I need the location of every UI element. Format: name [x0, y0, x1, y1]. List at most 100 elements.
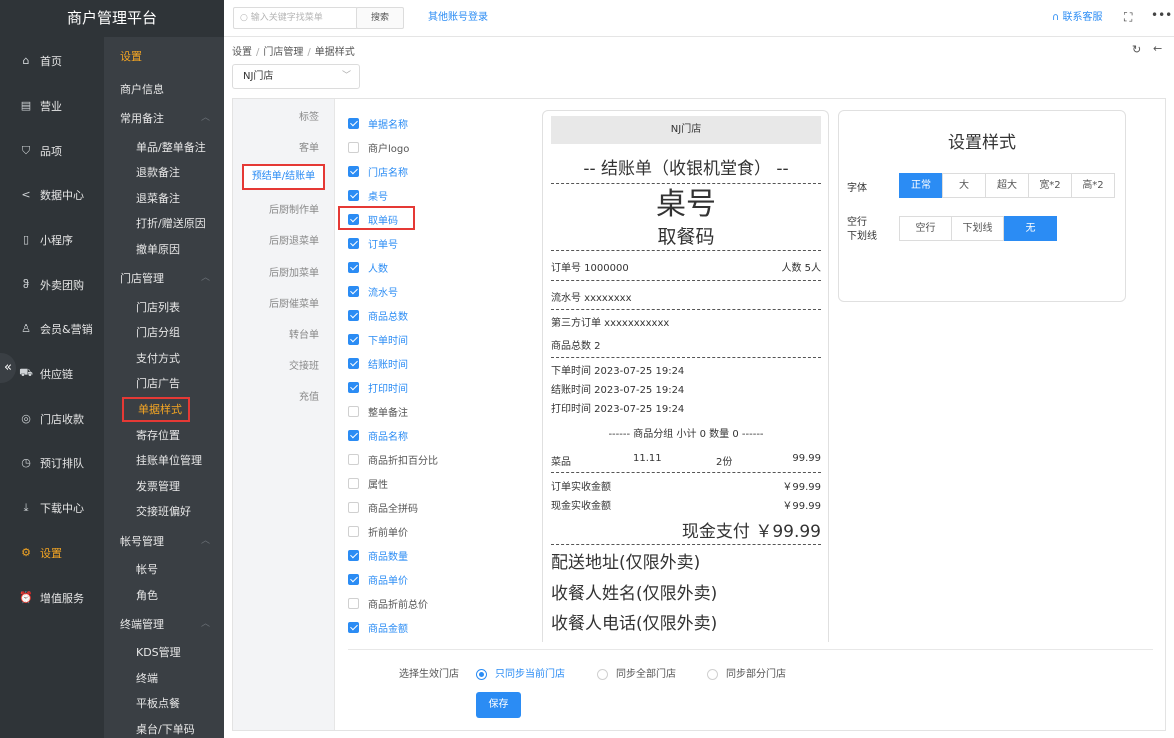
store-select[interactable]: NJ门店 ﹀ [232, 64, 360, 89]
receipt-title[interactable]: -- 结账单（收银机堂食） -- [551, 154, 821, 179]
field-checkbox[interactable]: 商品折前总价 [348, 595, 428, 611]
refresh-icon[interactable]: ↻ [1132, 43, 1141, 56]
receipt-total-items[interactable]: 商品总数 2 [551, 337, 601, 352]
receipt-group-line[interactable]: ------ 商品分组 小计 0 数量 0 ------ [551, 425, 821, 440]
field-checkbox[interactable]: 商品全拼码 [348, 499, 418, 515]
receipt-people[interactable]: 人数 5人 [760, 259, 821, 274]
subnav-group[interactable]: 常用备注 ︿ [104, 106, 224, 131]
subnav-item[interactable]: 单据样式 [122, 397, 190, 422]
subnav-item[interactable]: 门店列表 [104, 295, 224, 320]
nav-item[interactable]: ⤓ 下载中心 [0, 485, 104, 530]
field-checkbox[interactable]: 商品数量 [348, 547, 408, 563]
subnav-item[interactable]: 单品/整单备注 [104, 135, 224, 160]
search-button[interactable]: 搜索 [356, 7, 404, 29]
subnav-item[interactable]: 交接班偏好 [104, 499, 224, 524]
subnav-group[interactable]: 帐号管理 ︿ [104, 529, 224, 554]
nav-item[interactable]: ⌂ 首页 [0, 38, 104, 83]
apply-store-radio[interactable]: 同步全部门店 [597, 665, 676, 680]
subnav-title[interactable]: 设置 [104, 44, 224, 69]
field-checkbox[interactable]: 商品总数 [348, 307, 408, 323]
subnav-item[interactable]: 支付方式 [104, 346, 224, 371]
nav-item[interactable]: ჵ 外卖团购 [0, 262, 104, 307]
subnav-item[interactable]: 桌台/下单码 [104, 717, 224, 738]
tab-receipt-type[interactable]: 后厨退菜单 [269, 232, 319, 247]
receipt-item-name[interactable]: 菜品 [551, 453, 571, 468]
subnav-group[interactable]: 终端管理 ︿ [104, 612, 224, 637]
subnav-group[interactable]: 门店管理 ︿ [104, 266, 224, 291]
nav-item[interactable]: ◷ 预订排队 [0, 440, 104, 485]
receipt-order-no[interactable]: 订单号 1000000 [551, 259, 629, 274]
field-checkbox[interactable]: 折前单价 [348, 523, 408, 539]
subnav-item[interactable]: KDS管理 [104, 640, 224, 665]
receipt-order-time[interactable]: 下单时间 2023-07-25 19:24 [551, 362, 684, 377]
tab-receipt-type[interactable]: 客单 [299, 139, 319, 154]
field-checkbox[interactable]: 整单备注 [348, 403, 408, 419]
contact-support-link[interactable]: ∩ 联系客服 [1052, 7, 1103, 29]
nav-item[interactable]: ▤ 营业 [0, 83, 104, 128]
tab-receipt-type[interactable]: 后厨催菜单 [269, 295, 319, 310]
subnav-item[interactable]: 挂账单位管理 [104, 448, 224, 473]
receipt-receiver-phone[interactable]: 收餐人电话(仅限外卖) [551, 609, 717, 634]
receipt-item-qty[interactable]: 2份 [716, 453, 732, 468]
receipt-cash-pay[interactable]: 现金支付 ￥99.99 [631, 517, 821, 542]
field-checkbox[interactable]: 下单时间 [348, 331, 408, 347]
receipt-pickup-code[interactable]: 取餐码 [551, 222, 821, 249]
breadcrumb-item[interactable]: 门店管理 [263, 47, 303, 58]
subnav-item[interactable]: 帐号 [104, 557, 224, 582]
nav-item[interactable]: < 数据中心 [0, 172, 104, 217]
subnav-item[interactable]: 角色 [104, 583, 224, 608]
field-checkbox[interactable]: 单据名称 [348, 115, 408, 131]
receipt-checkout-time[interactable]: 结账时间 2023-07-25 19:24 [551, 381, 684, 396]
receipt-address[interactable]: 配送地址(仅限外卖) [551, 548, 700, 573]
field-checkbox[interactable]: 商品名称 [348, 427, 408, 443]
subnav-item[interactable]: 寄存位置 [104, 423, 224, 448]
receipt-serial[interactable]: 流水号 xxxxxxxx [551, 289, 632, 304]
font-option[interactable]: 宽*2 [1028, 173, 1072, 198]
nav-item[interactable]: ♙ 会员&营销 [0, 306, 104, 351]
breadcrumb-item[interactable]: 设置 [232, 47, 252, 58]
spacing-option[interactable]: 空行 [899, 216, 952, 241]
field-checkbox[interactable]: 人数 [348, 259, 388, 275]
subnav-item[interactable]: 撤单原因 [104, 237, 224, 262]
fullscreen-icon[interactable]: ⛶ [1124, 10, 1132, 25]
field-checkbox[interactable]: 结账时间 [348, 355, 408, 371]
receipt-order-paid[interactable]: ￥99.99 [760, 478, 821, 493]
font-option[interactable]: 大 [942, 173, 986, 198]
field-checkbox[interactable]: 打印时间 [348, 379, 408, 395]
more-icon[interactable]: ••• [1151, 8, 1172, 22]
back-arrow-icon[interactable]: ← [1153, 42, 1162, 55]
nav-item[interactable]: ⛉ 品项 [0, 128, 104, 173]
nav-item[interactable]: ▯ 小程序 [0, 217, 104, 262]
subnav-item[interactable]: 退菜备注 [104, 186, 224, 211]
receipt-third-party-order[interactable]: 第三方订单 xxxxxxxxxxx [551, 314, 669, 329]
subnav-item[interactable]: 商户信息 [104, 77, 224, 102]
receipt-cash-paid[interactable]: ￥99.99 [760, 497, 821, 512]
receipt-print-time[interactable]: 打印时间 2023-07-25 19:24 [551, 400, 684, 415]
spacing-option[interactable]: 下划线 [951, 216, 1004, 241]
field-checkbox[interactable]: 商品金额 [348, 619, 408, 635]
nav-item[interactable]: ◎ 门店收款 [0, 396, 104, 441]
field-checkbox[interactable]: 流水号 [348, 283, 398, 299]
field-checkbox[interactable]: 商品单价 [348, 571, 408, 587]
font-option[interactable]: 超大 [985, 173, 1029, 198]
field-checkbox[interactable]: 门店名称 [348, 163, 408, 179]
spacing-option[interactable]: 无 [1004, 216, 1057, 241]
field-checkbox[interactable]: 订单号 [348, 235, 398, 251]
subnav-item[interactable]: 发票管理 [104, 474, 224, 499]
subnav-item[interactable]: 平板点餐 [104, 691, 224, 716]
subnav-item[interactable]: 打折/赠送原因 [104, 211, 224, 236]
tab-active[interactable]: 预结单/结账单 [242, 164, 325, 190]
receipt-item-amount[interactable]: 99.99 [780, 453, 821, 464]
nav-item[interactable]: ⏰ 增值服务 [0, 575, 104, 620]
field-checkbox[interactable]: 商品折扣百分比 [348, 451, 438, 467]
receipt-order-paid-label[interactable]: 订单实收金额 [551, 478, 611, 493]
receipt-item-price[interactable]: 11.11 [633, 453, 662, 464]
tab-receipt-type[interactable]: 充值 [299, 388, 319, 403]
apply-store-radio[interactable]: 只同步当前门店 [476, 665, 565, 680]
save-button[interactable]: 保存 [476, 692, 521, 718]
nav-item[interactable]: ⚙ 设置 [0, 530, 104, 575]
receipt-cash-paid-label[interactable]: 现金实收金额 [551, 497, 611, 512]
field-checkbox[interactable]: 桌号 [348, 187, 388, 203]
field-checkbox[interactable]: 属性 [348, 475, 388, 491]
tab-receipt-type[interactable]: 标签 [299, 108, 319, 123]
